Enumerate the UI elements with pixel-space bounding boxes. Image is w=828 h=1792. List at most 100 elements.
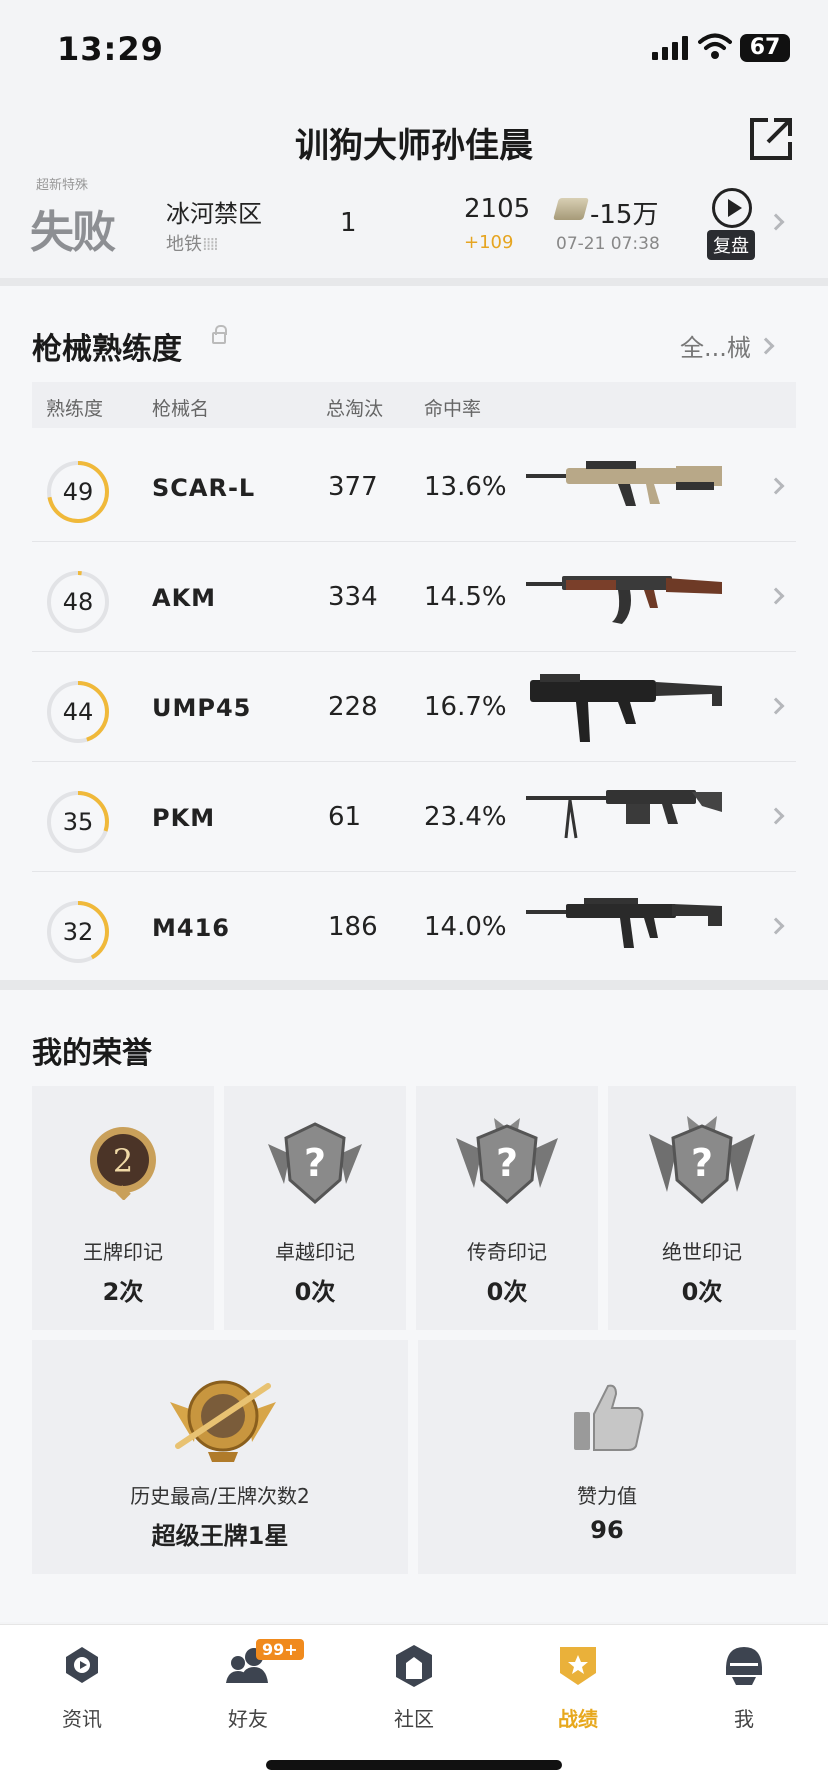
ump45-image xyxy=(530,674,722,742)
highest-rank-value: 超级王牌1星 xyxy=(151,1522,289,1550)
svg-text:?: ? xyxy=(496,1141,518,1185)
weapon-row[interactable]: 48 AKM 334 14.5% xyxy=(32,542,796,652)
match-result: 失败 xyxy=(30,207,116,258)
weapon-accuracy: 13.6% xyxy=(424,472,507,502)
akm-image xyxy=(526,576,722,624)
column-header: 命中率 xyxy=(424,398,482,420)
share-icon[interactable] xyxy=(748,116,794,162)
page-title: 训狗大师孙佳晨 xyxy=(295,126,533,166)
weapon-kills: 61 xyxy=(328,802,362,832)
locked-badge-icon: ? xyxy=(456,1118,558,1204)
honor-label: 绝世印记 xyxy=(662,1240,742,1264)
match-map: 冰河禁区 xyxy=(166,200,262,228)
section-title: 我的荣誉 xyxy=(32,1036,152,1071)
thumbs-up-icon xyxy=(574,1384,644,1451)
likes-card[interactable]: 赞力值 96 xyxy=(418,1340,796,1574)
weapon-accuracy: 14.0% xyxy=(424,912,507,942)
honor-label: 卓越印记 xyxy=(275,1240,355,1264)
battery-indicator: 67 xyxy=(740,34,790,62)
helmet-icon xyxy=(726,1647,762,1685)
last-match-row[interactable]: 超新特殊 失败 冰河禁区 地铁⁞⁞⁞⁞ 1 2105 +109 -15万 07-… xyxy=(0,174,828,274)
weapon-row[interactable]: 35 PKM 61 23.4% xyxy=(32,762,796,872)
proficiency-level: 48 xyxy=(62,588,94,616)
honor-card-ace[interactable]: 2 王牌印记 2次 xyxy=(32,1086,214,1330)
weapon-name: AKM xyxy=(152,584,217,612)
highest-rank-label: 历史最高/王牌次数2 xyxy=(130,1484,310,1508)
title-bar: 训狗大师孙佳晨 xyxy=(0,100,828,180)
status-time: 13:29 xyxy=(57,30,164,68)
status-bar: 13:29 67 xyxy=(0,0,828,96)
weapon-name: PKM xyxy=(152,804,216,832)
replay-play-icon[interactable] xyxy=(712,188,752,228)
svg-text:2: 2 xyxy=(113,1142,133,1180)
chevron-right-icon xyxy=(767,213,785,231)
honor-label: 传奇印记 xyxy=(467,1240,547,1264)
highest-rank-card[interactable]: 历史最高/王牌次数2 超级王牌1星 xyxy=(32,1340,408,1574)
tab-me[interactable]: 我 xyxy=(684,1643,804,1743)
weapon-kills: 334 xyxy=(328,582,378,612)
honor-card-excellent[interactable]: ? 卓越印记 0次 xyxy=(224,1086,406,1330)
honor-count: 0次 xyxy=(681,1278,723,1306)
wifi-icon xyxy=(698,33,732,59)
super-ace-emblem-icon xyxy=(170,1380,276,1462)
weapon-row[interactable]: 32 M416 186 14.0% xyxy=(32,872,796,982)
chevron-right-icon xyxy=(767,477,785,495)
weapon-accuracy: 14.5% xyxy=(424,582,507,612)
proficiency-level: 49 xyxy=(62,478,94,506)
weapon-name: M416 xyxy=(152,914,230,942)
community-icon xyxy=(396,1645,432,1687)
records-icon xyxy=(560,1647,596,1685)
match-mode: 地铁⁞⁞⁞⁞ xyxy=(166,234,219,255)
signal-icon xyxy=(652,36,688,60)
honor-count: 2次 xyxy=(102,1278,144,1306)
chevron-right-icon xyxy=(757,337,775,355)
match-datetime: 07-21 07:38 xyxy=(556,234,660,254)
ace-medal-icon: 2 xyxy=(90,1127,156,1200)
tab-community[interactable]: 社区 xyxy=(354,1643,474,1743)
news-icon xyxy=(66,1647,98,1683)
tab-label: 我 xyxy=(734,1707,754,1731)
section-title: 枪械熟练度 xyxy=(32,332,182,367)
chevron-right-icon xyxy=(767,697,785,715)
lock-icon xyxy=(212,325,227,344)
locked-badge-icon: ? xyxy=(649,1116,755,1204)
weapon-kills: 186 xyxy=(328,912,378,942)
weapon-kills: 377 xyxy=(328,472,378,502)
honor-card-legend[interactable]: ? 传奇印记 0次 xyxy=(416,1086,598,1330)
all-weapons-link[interactable]: 全...械 xyxy=(680,328,751,363)
weapon-row[interactable]: 44 UMP45 228 16.7% xyxy=(32,652,796,762)
pkm-image xyxy=(526,790,722,839)
weapon-accuracy: 16.7% xyxy=(424,692,507,722)
home-indicator xyxy=(266,1760,562,1770)
scar-l-image xyxy=(526,461,722,506)
column-header: 熟练度 xyxy=(46,398,104,420)
money-icon xyxy=(553,198,589,220)
chevron-right-icon xyxy=(767,807,785,825)
honor-card-peerless[interactable]: ? 绝世印记 0次 xyxy=(608,1086,796,1330)
tab-records[interactable]: 战绩 xyxy=(518,1643,638,1743)
table-header: 熟练度 枪械名 总淘汰 命中率 xyxy=(32,382,796,428)
proficiency-level: 32 xyxy=(62,918,94,946)
svg-text:?: ? xyxy=(304,1141,326,1185)
tab-label: 资讯 xyxy=(62,1707,102,1731)
proficiency-level: 44 xyxy=(62,698,94,726)
match-rank: 1 xyxy=(340,208,357,238)
weapon-proficiency-section: 枪械熟练度 全...械 熟练度 枪械名 总淘汰 命中率 49 SCAR-L 37… xyxy=(0,286,828,980)
tab-news[interactable]: 资讯 xyxy=(22,1643,142,1743)
tab-label: 社区 xyxy=(394,1707,434,1731)
weapon-name: SCAR-L xyxy=(152,474,256,502)
weapon-row[interactable]: 49 SCAR-L 377 13.6% xyxy=(32,432,796,542)
honor-count: 0次 xyxy=(294,1278,336,1306)
m416-image xyxy=(526,898,722,948)
proficiency-level: 35 xyxy=(62,808,94,836)
honors-section: 我的荣誉 2 王牌印记 2次 ? 卓越印记 0次 ? 传奇印记 0次 ? 绝世印… xyxy=(0,990,828,1622)
weapon-name: UMP45 xyxy=(152,694,252,722)
svg-text:?: ? xyxy=(691,1141,713,1185)
chevron-right-icon xyxy=(767,917,785,935)
tab-label: 好友 xyxy=(228,1707,268,1731)
locked-badge-icon: ? xyxy=(268,1122,362,1204)
match-score-delta: +109 xyxy=(464,232,514,253)
replay-button[interactable]: 复盘 xyxy=(707,230,755,260)
chevron-right-icon xyxy=(767,587,785,605)
weapon-kills: 228 xyxy=(328,692,378,722)
